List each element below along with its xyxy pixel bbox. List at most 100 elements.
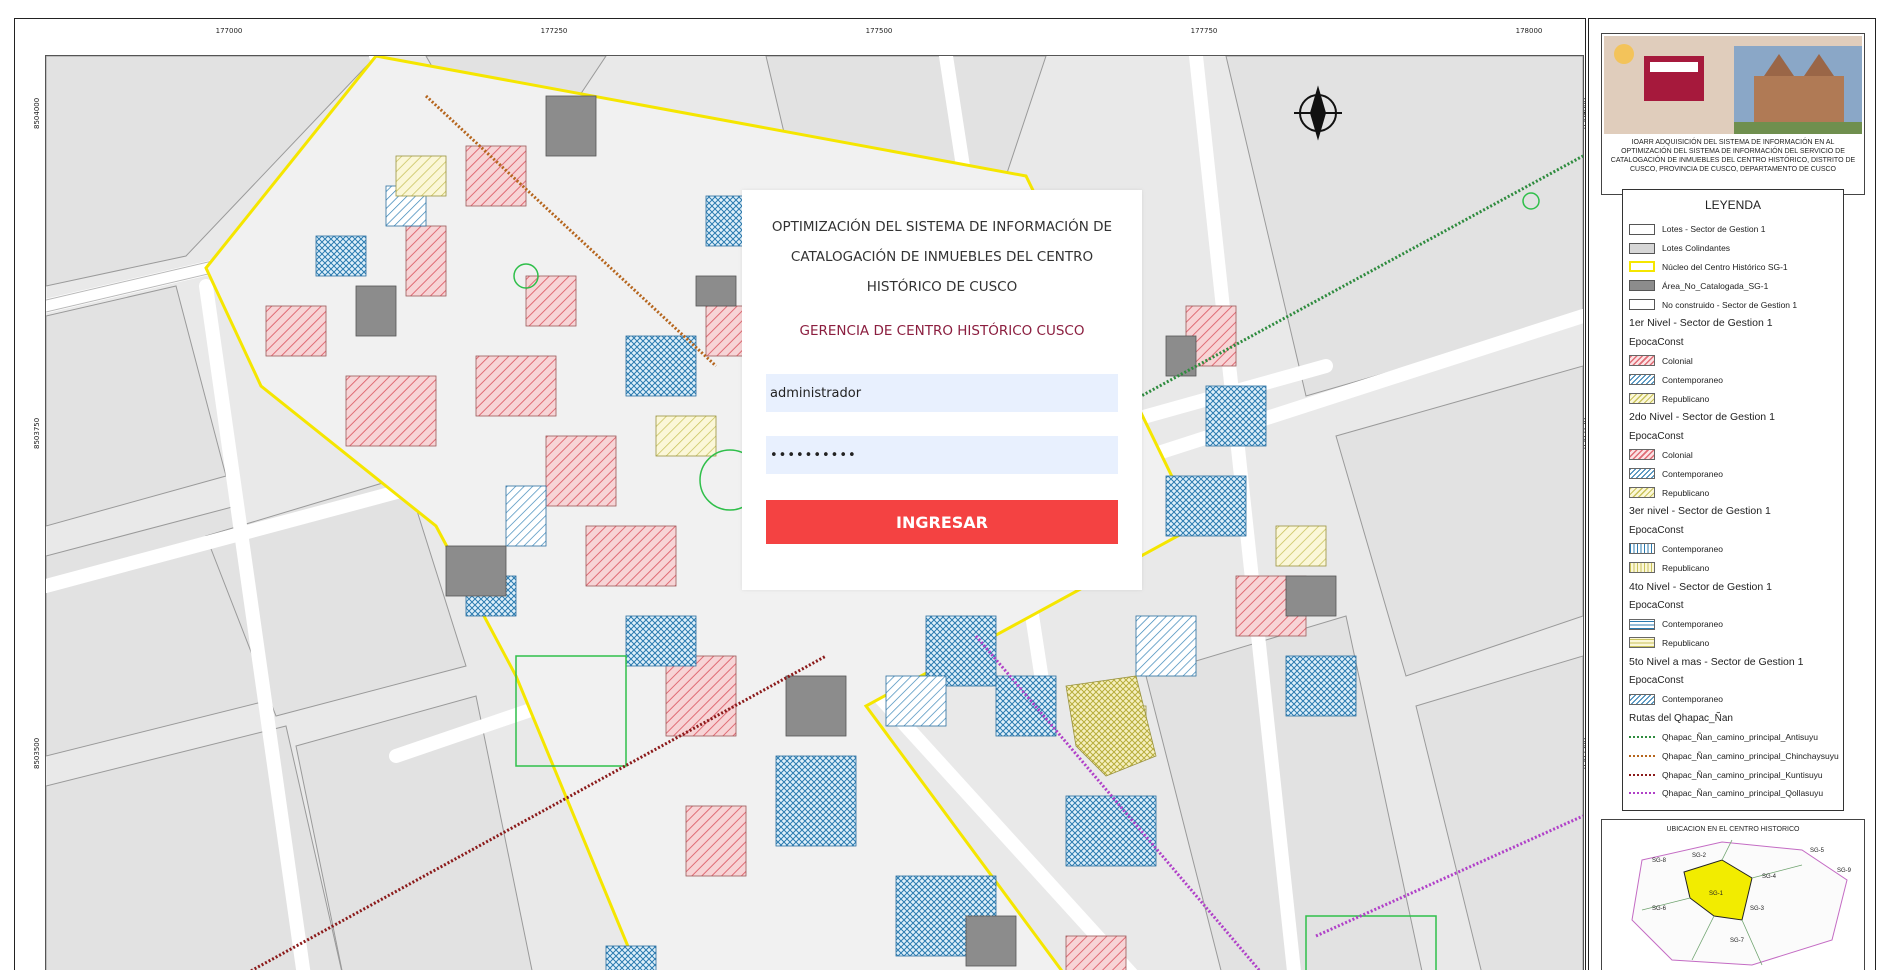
legend-swatch: [1629, 487, 1655, 499]
legend-item: Qhapac_Ñan_camino_principal_Antisuyu: [1629, 728, 1841, 747]
app-page: 177000 177250 177500 177750 178000 85040…: [0, 0, 1880, 970]
legend-line-swatch: [1629, 773, 1655, 776]
legend-label: Colonial: [1662, 449, 1693, 460]
legend-label: Qhapac_Ñan_camino_principal_Qollasuyu: [1662, 788, 1824, 799]
legend-swatch: [1629, 261, 1655, 273]
legend-label: Qhapac_Ñan_camino_principal_Kuntisuyu: [1662, 769, 1823, 780]
legend-label: EpocaConst: [1629, 430, 1684, 442]
password-input[interactable]: [766, 436, 1118, 474]
coord-label-x: 177000: [215, 27, 243, 35]
legend-swatch: [1629, 618, 1655, 630]
legend-swatch: [1629, 468, 1655, 480]
legend-subheading: EpocaConst: [1629, 596, 1841, 615]
sector-label: SG-6: [1652, 906, 1667, 912]
legend-swatch: [1629, 223, 1655, 235]
legend-heading: 3er nivel - Sector de Gestion 1: [1629, 502, 1841, 521]
legend-swatch: [1629, 562, 1655, 574]
legend-label: 2do Nivel - Sector de Gestion 1: [1629, 411, 1775, 424]
legend-subheading: EpocaConst: [1629, 671, 1841, 690]
legend-swatch: [1629, 637, 1655, 649]
legend-label: Núcleo del Centro Histórico SG-1: [1662, 261, 1788, 272]
login-title: OPTIMIZACIÓN DEL SISTEMA DE INFORMACIÓN …: [771, 219, 1113, 295]
coord-label-y: 8504000: [33, 97, 41, 129]
legend-label: Lotes - Sector de Gestion 1: [1662, 224, 1766, 235]
legend-item: Qhapac_Ñan_camino_principal_Chinchaysuyu: [1629, 746, 1841, 765]
legend-item: Lotes - Sector de Gestion 1: [1629, 220, 1841, 239]
legend-label: 3er nivel - Sector de Gestion 1: [1629, 505, 1771, 518]
legend-subheading: Rutas del Qhapac_Ñan: [1629, 709, 1841, 728]
sector-label: SG-7: [1730, 938, 1745, 944]
legend-label: Republicano: [1662, 393, 1710, 404]
legend-item: Contemporaneo: [1629, 615, 1841, 634]
legend-item: Colonial: [1629, 352, 1841, 371]
legend-item: Qhapac_Ñan_camino_principal_Kuntisuyu: [1629, 765, 1841, 784]
login-card: OPTIMIZACIÓN DEL SISTEMA DE INFORMACIÓN …: [742, 190, 1142, 590]
legend-item: Contemporaneo: [1629, 690, 1841, 709]
banner-image: [1604, 36, 1862, 134]
legend-subheading: EpocaConst: [1629, 521, 1841, 540]
legend-item: Lotes Colindantes: [1629, 239, 1841, 258]
legend-title: LEYENDA: [1704, 198, 1762, 212]
coord-label-x: 177750: [1190, 27, 1218, 35]
legend-item: Colonial: [1629, 446, 1841, 465]
legend-heading: 2do Nivel - Sector de Gestion 1: [1629, 408, 1841, 427]
legend-swatch: [1629, 374, 1655, 386]
legend-label: Contemporaneo: [1662, 468, 1723, 479]
sector-label: SG-4: [1762, 874, 1777, 880]
legend-heading: 4to Nivel - Sector de Gestion 1: [1629, 577, 1841, 596]
organization-name: GERENCIA DE CENTRO HISTÓRICO CUSCO: [799, 323, 1085, 339]
legend: LEYENDA Lotes - Sector de Gestion 1 Lotes…: [1622, 189, 1844, 811]
legend-label: Republicano: [1662, 487, 1710, 498]
legend-label: Área_No_Catalogada_SG-1: [1662, 280, 1769, 291]
legend-swatch: [1629, 543, 1655, 555]
legend-swatch: [1629, 355, 1655, 367]
legend-item: Republicano: [1629, 558, 1841, 577]
legend-swatch: [1629, 280, 1655, 292]
coord-label-y: 8503750: [33, 417, 41, 449]
coord-label-x: 177500: [865, 27, 893, 35]
legend-label: Qhapac_Ñan_camino_principal_Chinchaysuyu: [1662, 750, 1839, 761]
legend-label: 4to Nivel - Sector de Gestion 1: [1629, 580, 1772, 593]
legend-item: Contemporaneo: [1629, 540, 1841, 559]
legend-label: Colonial: [1662, 355, 1693, 366]
sector-label: SG-1: [1709, 891, 1724, 897]
legend-label: Qhapac_Ñan_camino_principal_Antisuyu: [1662, 731, 1818, 742]
legend-heading: 1er Nivel - Sector de Gestion 1: [1629, 314, 1841, 333]
legend-label: EpocaConst: [1629, 336, 1684, 348]
legend-label: Contemporaneo: [1662, 374, 1723, 385]
sector-label: SG-2: [1692, 853, 1707, 859]
legend-swatch: [1629, 449, 1655, 461]
legend-label: EpocaConst: [1629, 524, 1684, 536]
legend-swatch: [1629, 299, 1655, 311]
legend-line-swatch: [1629, 735, 1655, 738]
coord-label-y: 8503500: [33, 737, 41, 769]
legend-item: Núcleo del Centro Histórico SG-1: [1629, 258, 1841, 277]
legend-label: Republicano: [1662, 562, 1710, 573]
legend-item: Qhapac_Ñan_camino_principal_Qollasuyu: [1629, 784, 1841, 803]
legend-label: 1er Nivel - Sector de Gestion 1: [1629, 317, 1773, 330]
login-submit-button[interactable]: INGRESAR: [766, 500, 1118, 544]
legend-item: Contemporaneo: [1629, 370, 1841, 389]
coord-label-x: 178000: [1515, 27, 1543, 35]
legend-label: Contemporaneo: [1662, 543, 1723, 554]
legend-label: Republicano: [1662, 637, 1710, 648]
legend-heading: 5to Nivel a mas - Sector de Gestion 1: [1629, 652, 1841, 671]
legend-line-swatch: [1629, 754, 1655, 757]
coord-label-x: 177250: [540, 27, 568, 35]
legend-item: No construido - Sector de Gestion 1: [1629, 295, 1841, 314]
username-input[interactable]: [766, 374, 1118, 412]
legend-label: Lotes Colindantes: [1662, 243, 1731, 254]
legend-subheading: EpocaConst: [1629, 427, 1841, 446]
project-title-text: IOARR ADQUISICIÓN DEL SISTEMA DE INFORMA…: [1610, 139, 1856, 173]
sector-label: SG-8: [1652, 858, 1667, 864]
legend-swatch: [1629, 242, 1655, 254]
sector-label: SG-5: [1810, 848, 1825, 854]
legend-list: Lotes - Sector de Gestion 1 Lotes Colinda…: [1629, 220, 1841, 803]
sector-label: SG-3: [1750, 906, 1765, 912]
legend-subheading: EpocaConst: [1629, 333, 1841, 352]
legend-label: EpocaConst: [1629, 675, 1684, 687]
legend-label: Contemporaneo: [1662, 619, 1723, 630]
location-inset-map: UBICACION EN EL CENTRO HISTORICO SG-1 SG…: [1601, 819, 1865, 970]
map-side-panel: IOARR ADQUISICIÓN DEL SISTEMA DE INFORMA…: [1588, 18, 1876, 970]
legend-label: EpocaConst: [1629, 599, 1684, 611]
